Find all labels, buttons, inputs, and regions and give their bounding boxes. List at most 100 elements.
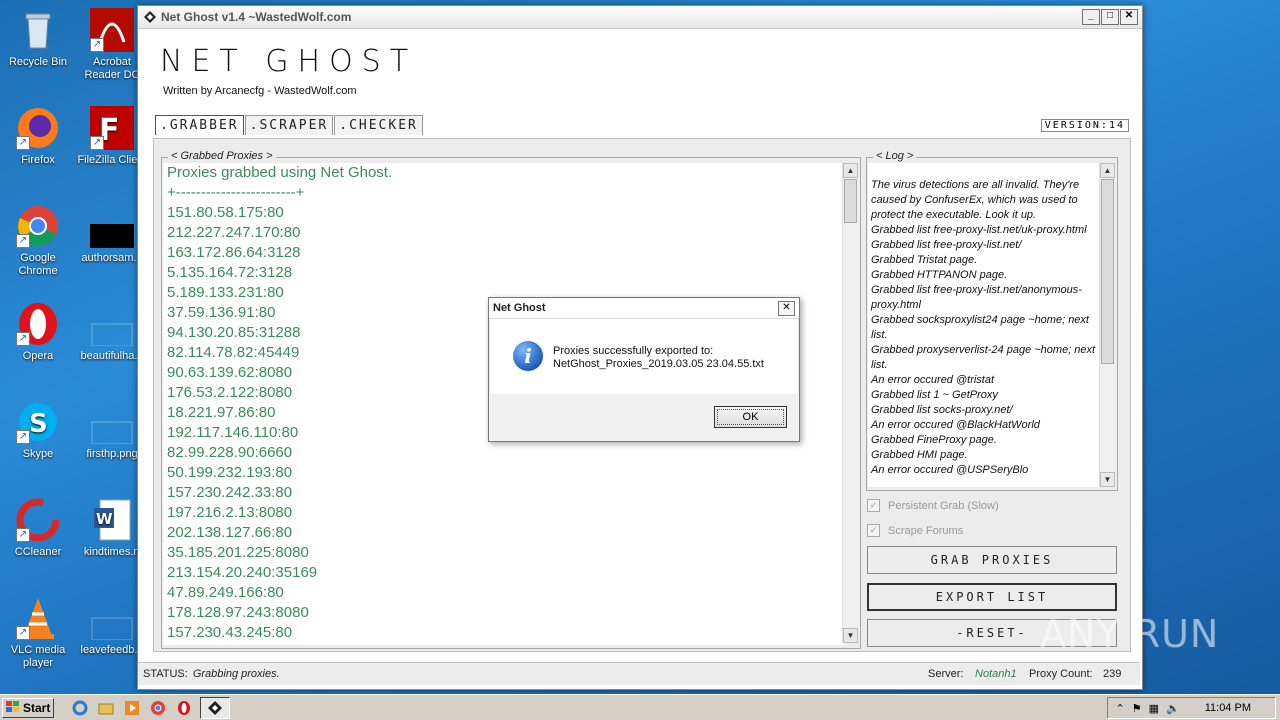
file-icon [90,302,134,347]
scroll-down-icon[interactable]: ▼ [1100,472,1115,487]
desktop-icon-ccleaner[interactable]: ↗ CCleaner [0,498,76,559]
taskbar-net-ghost-icon[interactable] [200,697,230,719]
scroll-up-icon[interactable]: ▲ [1100,163,1115,178]
dialog-title[interactable]: Net Ghost [489,298,799,319]
recycle-bin-icon [16,8,60,52]
scrape-forums-checkbox[interactable]: ✓ Scrape Forums [867,524,963,537]
desktop-icon-firefox[interactable]: ↗ Firefox [0,106,76,167]
grab-proxies-button[interactable]: GRAB PROXIES [867,546,1117,574]
file-icon [90,596,134,641]
tab-checker[interactable]: .CHECKER [334,115,423,135]
app-diamond-icon [144,11,156,23]
system-tray: ⌃ ⚑ ▦ 🔈 11:04 PM [1106,697,1276,719]
status-value: Grabbing proxies. [192,668,280,680]
log-text[interactable]: The virus detections are all invalid. Th… [868,163,1099,487]
network-icon[interactable]: ▦ [1149,702,1159,715]
export-success-dialog: Net Ghost ✕ i Proxies successfully expor… [488,297,800,442]
shortcut-arrow-icon: ↗ [16,332,30,346]
log-line: An error occured @tristat [871,374,995,386]
maximize-button[interactable]: □ [1101,9,1119,25]
desktop-icon-recycle-bin[interactable]: Recycle Bin [0,8,76,69]
desktop-icon-label: Firefox [21,154,55,166]
grabbed-proxies-legend: < Grabbed Proxies > [168,150,276,162]
server-label: Server: [928,668,964,680]
file-icon [90,204,134,248]
tab-scraper[interactable]: .SCRAPER [244,115,334,135]
flag-icon[interactable]: ⚑ [1132,702,1142,715]
dialog-close-icon[interactable]: ✕ [778,301,795,316]
list-item: 5.135.164.72:3128 [167,264,293,281]
taskbar-chrome-icon[interactable] [148,698,168,718]
volume-icon[interactable]: 🔈 [1166,702,1180,715]
log-line: The virus detections are all invalid. Th… [871,179,1080,221]
desktop-icon-skype[interactable]: S ↗ Skype [0,400,76,461]
taskbar-media-player-icon[interactable] [122,698,142,718]
shortcut-arrow-icon: ↗ [16,626,30,640]
proxy-count-label: Proxy Count: [1029,668,1093,680]
taskbar-opera-icon[interactable] [174,698,194,718]
firefox-icon: ↗ [16,106,60,150]
desktop-icon-chrome[interactable]: ↗ Google Chrome [0,204,76,278]
image-file-icon [90,400,134,445]
log-line: Grabbed list free-proxy-list.net/uk-prox… [871,224,1087,236]
start-button[interactable]: Start [2,698,54,718]
desktop-icon-label: Skype [22,448,54,460]
scrape-forums-label: Scrape Forums [888,524,964,537]
info-icon: i [513,341,543,371]
shortcut-arrow-icon: ↗ [16,234,30,248]
scroll-thumb[interactable] [1101,179,1114,364]
window-title: Net Ghost v1.4 ~WastedWolf.com [161,10,352,24]
taskbar-explorer-icon[interactable] [96,698,116,718]
log-line: Grabbed list socks-proxy.net/ [871,404,1013,416]
window-titlebar[interactable]: Net Ghost v1.4 ~WastedWolf.com _ □ ✕ [138,6,1142,29]
app-subtitle: Written by Arcanecfg - WastedWolf.com [163,85,357,97]
ok-button[interactable]: OK [714,406,787,428]
svg-text:S: S [29,409,48,439]
scroll-thumb[interactable] [844,179,857,223]
desktop-icon-opera[interactable]: ↗ Opera [0,302,76,363]
close-button[interactable]: ✕ [1120,9,1138,25]
list-item: 202.138.127.66:80 [167,524,293,541]
checkbox-checked-icon: ✓ [867,499,880,512]
tray-expand-icon[interactable]: ⌃ [1116,702,1125,715]
export-list-button[interactable]: EXPORT LIST [867,583,1117,611]
log-scrollbar[interactable]: ▲ ▼ [1099,163,1116,487]
scroll-down-icon[interactable]: ▼ [843,628,858,643]
proxy-list-header: Proxies grabbed using Net Ghost. [167,164,393,181]
persistent-grab-label: Persistent Grab (Slow) [888,499,999,512]
list-item: 157.230.242.33:80 [167,484,293,501]
list-item: 213.154.20.240:35169 [167,564,318,581]
app-brand-title: NET GHOST [160,44,418,79]
desktop-icon-label: Recycle Bin [8,56,68,68]
log-line: Grabbed FineProxy page. [871,434,997,446]
dialog-message-line2: NetGhost_Proxies_2019.03.05 23.04.55.txt [553,358,764,370]
proxy-list-separator: +------------------------+ [167,184,305,201]
taskbar: Start ⌃ ⚑ ▦ 🔈 11:04 PM [0,694,1280,720]
list-item: 47.89.249.166:80 [167,584,284,601]
word-document-icon: W [90,498,134,542]
tab-grabber[interactable]: .GRABBER [155,115,244,135]
tab-bar: .GRABBER .SCRAPER .CHECKER [155,115,424,135]
log-line: Grabbed Tristat page. [871,254,978,266]
log-legend: < Log > [873,150,917,162]
desktop-icon-vlc[interactable]: ↗ VLC media player [0,596,76,670]
chrome-icon: ↗ [16,204,60,248]
proxy-list-scrollbar[interactable]: ▲ ▼ [842,163,859,643]
desktop-icon-label: Opera [22,350,54,362]
list-item: 212.227.247.170:80 [167,224,301,241]
ccleaner-icon: ↗ [16,498,60,542]
log-line: Grabbed list 1 ~ GetProxy [871,389,998,401]
log-line: Grabbed list free-proxy-list.net/ [871,239,1022,251]
list-item: 157.230.43.245:80 [167,624,293,641]
shortcut-arrow-icon: ↗ [90,38,104,52]
log-line: Grabbed proxyserverlist-24 page ~home; n… [871,344,1096,371]
clock[interactable]: 11:04 PM [1205,702,1251,714]
minimize-button[interactable]: _ [1082,9,1100,25]
svg-text:W: W [96,510,113,528]
scroll-up-icon[interactable]: ▲ [843,163,858,178]
taskbar-ie-icon[interactable] [70,698,90,718]
shortcut-arrow-icon: ↗ [16,528,30,542]
persistent-grab-checkbox[interactable]: ✓ Persistent Grab (Slow) [867,499,999,512]
list-item: 151.80.58.175:80 [167,204,284,221]
dialog-message: Proxies successfully exported to: NetGho… [553,345,764,371]
